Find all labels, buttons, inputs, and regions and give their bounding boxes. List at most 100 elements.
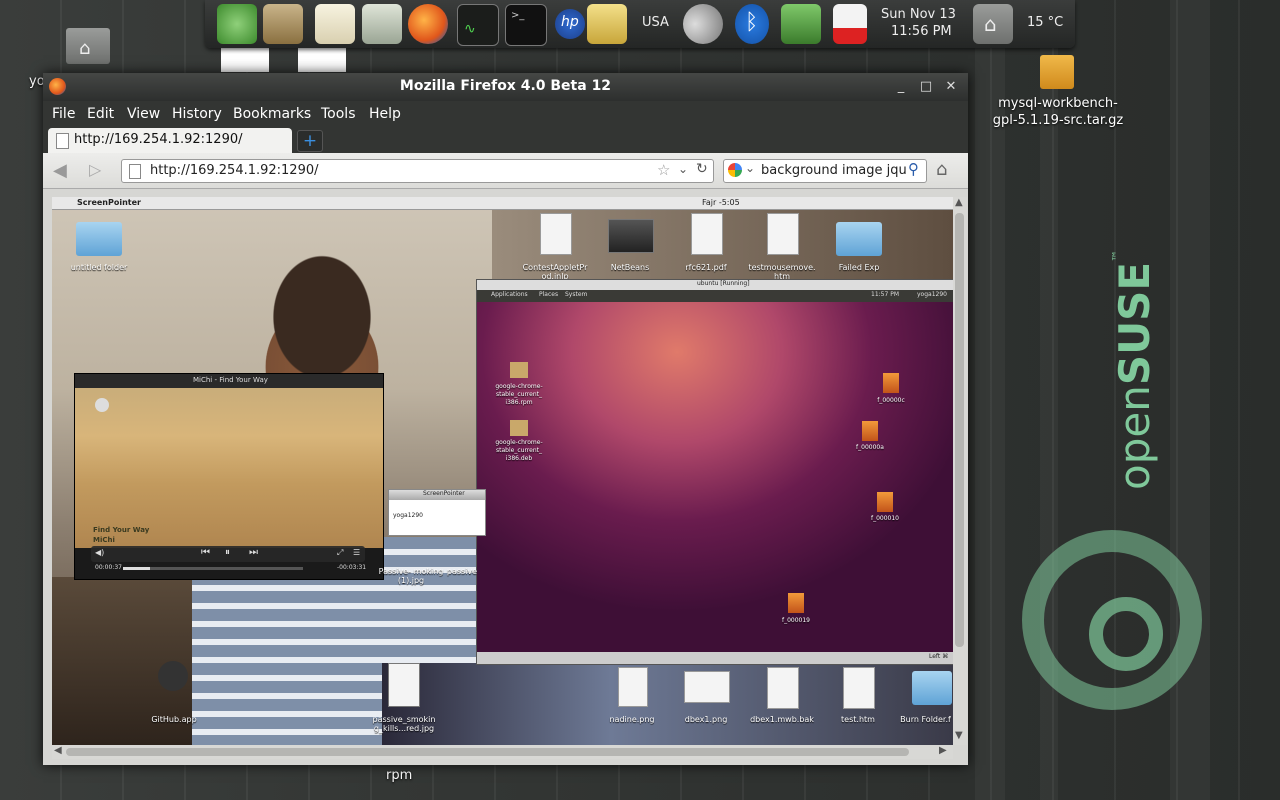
virtualbox-ubuntu-window[interactable]: ubuntu [Running] Applications Places Sys… bbox=[476, 279, 953, 665]
system-monitor-icon[interactable]: ∿ bbox=[457, 4, 499, 46]
gimp-icon[interactable] bbox=[263, 4, 303, 44]
video-frame[interactable]: Find Your Way MiChi bbox=[75, 388, 383, 548]
image-file-icon[interactable] bbox=[618, 667, 648, 707]
hp-icon[interactable]: hp bbox=[555, 9, 585, 39]
scroll-down-icon[interactable]: ▼ bbox=[955, 730, 963, 741]
screenpointer-window[interactable]: ScreenPointer yoga1290 bbox=[388, 489, 486, 536]
netbeans-icon[interactable] bbox=[608, 219, 654, 253]
new-tab-button[interactable]: + bbox=[297, 130, 323, 152]
remaining-time: -00:03:31 bbox=[337, 564, 367, 571]
forward-icon[interactable]: ▷ bbox=[89, 160, 101, 179]
image-file-icon[interactable] bbox=[684, 671, 730, 703]
jnlp-file-icon[interactable] bbox=[540, 213, 572, 255]
folder-icon[interactable] bbox=[76, 222, 122, 256]
home-icon[interactable]: ⌂ bbox=[973, 4, 1013, 44]
qr-code-thumbnail[interactable] bbox=[221, 48, 269, 72]
text-editor-icon[interactable] bbox=[315, 4, 355, 44]
opensuse-menu-icon[interactable] bbox=[217, 4, 257, 44]
search-bar[interactable]: ⌄ background image jqu ⚲ bbox=[723, 159, 927, 183]
clock-time[interactable]: 11:56 PM bbox=[891, 24, 952, 39]
google-icon[interactable] bbox=[728, 163, 742, 177]
menu-help[interactable]: Help bbox=[369, 106, 401, 122]
qr-code-thumbnail[interactable] bbox=[298, 48, 346, 72]
bookmark-star-icon[interactable]: ☆ bbox=[657, 161, 670, 179]
reload-icon[interactable]: ↻ bbox=[696, 161, 708, 177]
tab-active[interactable]: http://169.254.1.92:1290/ bbox=[48, 128, 292, 153]
search-icon[interactable]: ⚲ bbox=[908, 160, 919, 178]
ubuntu-menu-applications[interactable]: Applications bbox=[491, 291, 528, 298]
keyboard-layout[interactable]: USA bbox=[642, 15, 669, 30]
menu-bookmarks[interactable]: Bookmarks bbox=[233, 106, 311, 122]
menu-history[interactable]: History bbox=[172, 106, 222, 122]
video-file-icon[interactable] bbox=[883, 373, 899, 393]
home-button[interactable]: ⌂ bbox=[936, 159, 947, 180]
ubuntu-menu-system[interactable]: System bbox=[565, 291, 587, 298]
fullscreen-icon[interactable]: ⤢ bbox=[337, 548, 343, 558]
network-icon[interactable] bbox=[781, 4, 821, 44]
vertical-scrollbar[interactable]: ▲ ▼ bbox=[953, 197, 967, 745]
archive-file-label-2: gpl-5.1.19-src.tar.gz bbox=[992, 113, 1124, 128]
terminal-icon[interactable]: >_ bbox=[505, 4, 547, 46]
pause-icon[interactable]: ⏸ bbox=[225, 547, 230, 558]
file-label: f_00000c bbox=[877, 397, 905, 404]
ubuntu-menu-places[interactable]: Places bbox=[539, 291, 558, 298]
volume-icon[interactable]: ◀) bbox=[95, 548, 104, 557]
opensuse-chameleon-logo bbox=[1022, 530, 1202, 710]
back-icon[interactable]: ◀ bbox=[53, 160, 67, 181]
htm-file-icon[interactable] bbox=[767, 213, 799, 255]
firefox-launcher-icon[interactable] bbox=[408, 4, 448, 44]
sp-titlebar: ScreenPointer bbox=[389, 490, 485, 500]
chevron-down-icon[interactable]: ⌄ bbox=[678, 162, 688, 176]
calculator-icon[interactable] bbox=[362, 4, 402, 44]
seek-bar[interactable] bbox=[123, 567, 303, 570]
htm-file-icon[interactable] bbox=[843, 667, 875, 709]
temperature[interactable]: 15 °C bbox=[1027, 15, 1063, 30]
document-file-icon[interactable] bbox=[767, 667, 799, 709]
next-icon[interactable]: ⏭ bbox=[249, 547, 258, 558]
scroll-left-icon[interactable]: ◀ bbox=[54, 745, 62, 756]
tab-label: http://169.254.1.92:1290/ bbox=[74, 132, 243, 147]
titlebar[interactable]: Mozilla Firefox 4.0 Beta 12 _ □ ✕ bbox=[43, 73, 968, 101]
video-file-icon[interactable] bbox=[877, 492, 893, 512]
video-logo-icon bbox=[95, 398, 109, 412]
home-folder-icon[interactable]: ⌂ bbox=[66, 28, 110, 64]
github-app-icon[interactable] bbox=[158, 661, 188, 691]
icon-label: NetBeans bbox=[610, 263, 650, 272]
package-file-icon[interactable] bbox=[510, 362, 528, 378]
archive-file-icon[interactable] bbox=[1040, 55, 1074, 89]
scroll-up-icon[interactable]: ▲ bbox=[955, 197, 963, 208]
bluetooth-icon[interactable]: ᛒ bbox=[735, 4, 769, 44]
maximize-button[interactable]: □ bbox=[918, 79, 934, 95]
menu-edit[interactable]: Edit bbox=[87, 106, 114, 122]
close-button[interactable]: ✕ bbox=[943, 79, 959, 95]
remote-screen[interactable]: ScreenPointer Fajr -5:05 untitled folder… bbox=[52, 197, 953, 745]
menubar: File Edit View History Bookmarks Tools H… bbox=[43, 101, 968, 128]
folder-icon[interactable] bbox=[836, 222, 882, 256]
scroll-right-icon[interactable]: ▶ bbox=[939, 745, 947, 756]
burn-folder-icon[interactable] bbox=[912, 671, 952, 705]
pdf-file-icon[interactable] bbox=[691, 213, 723, 255]
previous-icon[interactable]: ⏮ bbox=[201, 547, 210, 558]
search-input[interactable]: background image jqu bbox=[761, 163, 911, 178]
minimize-button[interactable]: _ bbox=[893, 79, 909, 95]
ruler-tool-icon[interactable] bbox=[587, 4, 627, 44]
video-file-icon[interactable] bbox=[788, 593, 804, 613]
scrollbar-thumb[interactable] bbox=[955, 213, 964, 647]
menu-view[interactable]: View bbox=[127, 106, 160, 122]
url-bar[interactable]: http://169.254.1.92:1290/ ☆ ⌄ ↻ bbox=[121, 159, 714, 183]
player-title: MiChi - Find Your Way bbox=[193, 376, 268, 384]
menu-file[interactable]: File bbox=[52, 106, 75, 122]
battery-icon[interactable] bbox=[833, 4, 867, 44]
package-file-icon[interactable] bbox=[510, 420, 528, 436]
video-file-icon[interactable] bbox=[862, 421, 878, 441]
volume-icon[interactable] bbox=[683, 4, 723, 44]
media-player-window[interactable]: MiChi - Find Your Way Find Your Way MiCh… bbox=[74, 373, 384, 580]
chevron-down-icon[interactable]: ⌄ bbox=[745, 161, 755, 175]
playlist-icon[interactable]: ☰ bbox=[353, 548, 360, 557]
file-label: google-chrome- stable_current_ i386.deb bbox=[495, 439, 543, 462]
image-file-icon[interactable] bbox=[388, 663, 420, 707]
horizontal-scrollbar[interactable]: ◀ ▶ bbox=[52, 745, 953, 759]
clock-date[interactable]: Sun Nov 13 bbox=[881, 7, 956, 22]
menu-tools[interactable]: Tools bbox=[321, 106, 356, 122]
scrollbar-thumb[interactable] bbox=[66, 748, 909, 756]
